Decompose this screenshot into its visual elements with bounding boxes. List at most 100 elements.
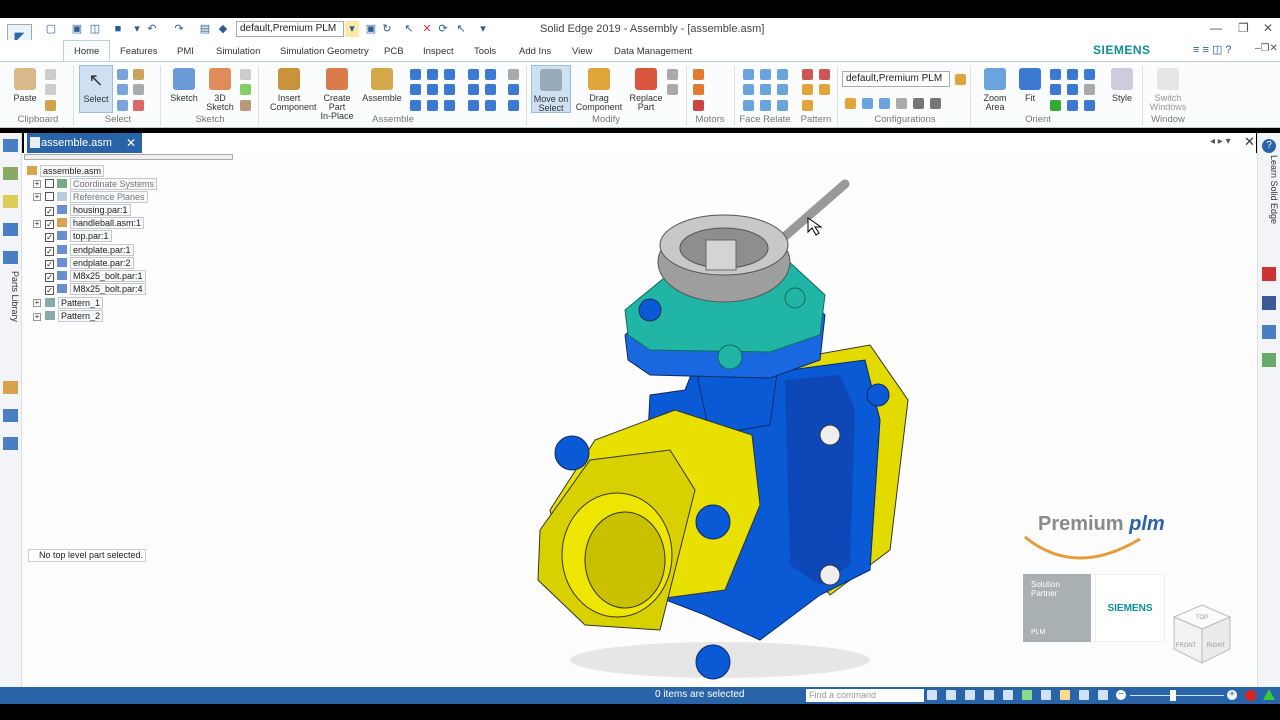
expand-toggle[interactable]: + <box>33 220 41 228</box>
select-box-icon[interactable] <box>117 84 128 95</box>
tree-root[interactable]: assemble.asm <box>27 165 105 177</box>
cube-right-label[interactable]: RIGHT <box>1207 643 1226 649</box>
copy-clip-icon[interactable] <box>45 84 56 95</box>
minimize-icon[interactable]: — <box>1210 21 1222 35</box>
face-relate-7-icon[interactable] <box>743 100 754 111</box>
orient-8-icon[interactable] <box>1067 100 1078 111</box>
facebook-icon[interactable] <box>1262 296 1276 310</box>
orient-9-icon[interactable] <box>1084 100 1095 111</box>
view-tool-4-icon[interactable] <box>1079 690 1089 700</box>
assemble-button[interactable]: Assemble <box>362 68 402 103</box>
close-doc-icon[interactable]: ✕ <box>1244 134 1255 150</box>
tree-item-housing[interactable]: ✓ housing.par:1 <box>45 204 131 216</box>
config-4-icon[interactable] <box>896 98 907 109</box>
relate-10-icon[interactable] <box>468 84 479 95</box>
select-filter-icon[interactable] <box>117 69 128 80</box>
tab-simulation[interactable]: Simulation <box>216 46 260 57</box>
relate-1-icon[interactable] <box>410 69 421 80</box>
create-part-in-place-button[interactable]: Create Part In-Place <box>314 68 360 121</box>
help-options-icon[interactable]: ≡ ≡ ◫ ? <box>1193 43 1232 56</box>
view-tool-2-icon[interactable] <box>1041 690 1051 700</box>
face-relate-2-icon[interactable] <box>760 69 771 80</box>
tree-item-endplate-1[interactable]: ✓ endplate.par:1 <box>45 244 134 256</box>
undo-icon[interactable]: ↶ <box>145 21 159 37</box>
face-relate-3-icon[interactable] <box>777 69 788 80</box>
fit-button[interactable]: Fit <box>1015 68 1045 103</box>
view-tool-1-icon[interactable] <box>946 690 956 700</box>
select-hide-icon[interactable] <box>133 100 144 111</box>
stop-icon[interactable] <box>1245 690 1256 701</box>
orient-7-icon[interactable] <box>1050 100 1061 111</box>
tab-home[interactable]: Home <box>63 40 111 62</box>
help-icon[interactable]: ? <box>1262 139 1276 153</box>
visibility-checkbox[interactable]: ✓ <box>45 286 54 295</box>
orient-5-icon[interactable] <box>1067 84 1078 95</box>
visibility-checkbox[interactable] <box>45 179 54 188</box>
sketch-tool-1-icon[interactable] <box>240 69 251 80</box>
face-relate-8-icon[interactable] <box>760 100 771 111</box>
visibility-checkbox[interactable]: ✓ <box>45 207 54 216</box>
rotate-tool-icon[interactable] <box>1022 690 1032 700</box>
switch-windows-button[interactable]: Switch Windows <box>1148 68 1188 112</box>
tab-pmi[interactable]: PMI <box>177 46 194 57</box>
relate-6-icon[interactable] <box>508 69 519 80</box>
3d-sketch-button[interactable]: 3D Sketch <box>204 68 236 112</box>
config-5-icon[interactable] <box>913 98 924 109</box>
up-arrow-icon[interactable] <box>1263 689 1275 700</box>
visibility-checkbox[interactable]: ✓ <box>45 273 54 282</box>
relate-18-icon[interactable] <box>508 100 519 111</box>
view-cube[interactable]: TOP FRONT RIGHT <box>1172 603 1232 668</box>
insert-component-button[interactable]: Insert Component <box>270 68 317 112</box>
combo-dropdown-icon[interactable]: ▾ <box>345 21 359 37</box>
youtube-icon[interactable] <box>1262 267 1276 281</box>
view-tool-3-icon[interactable] <box>1060 690 1070 700</box>
visibility-checkbox[interactable]: ✓ <box>45 247 54 256</box>
customize-qat-icon[interactable]: ▾ <box>476 21 490 37</box>
save-icon[interactable]: ■ <box>111 21 125 37</box>
replace-part-button[interactable]: Replace Part <box>628 68 664 112</box>
tree-item-handleball[interactable]: ✓ handleball.asm:1 <box>45 217 145 229</box>
relate-15-icon[interactable] <box>444 100 455 111</box>
motor-1-icon[interactable] <box>693 69 704 80</box>
find-command-input[interactable]: Find a command <box>806 689 924 702</box>
zoom-out-icon[interactable]: − <box>1116 690 1126 700</box>
properties-icon[interactable]: ▤ <box>198 21 212 37</box>
relate-8-icon[interactable] <box>427 84 438 95</box>
face-relate-9-icon[interactable] <box>777 100 788 111</box>
relate-2-icon[interactable] <box>427 69 438 80</box>
help-panel-icon[interactable] <box>3 409 18 422</box>
select-lock-icon[interactable] <box>133 69 144 80</box>
relate-12-icon[interactable] <box>508 84 519 95</box>
config-3-icon[interactable] <box>879 98 890 109</box>
visibility-checkbox[interactable]: ✓ <box>45 220 54 229</box>
tab-tools[interactable]: Tools <box>474 46 496 57</box>
tab-add-ins[interactable]: Add Ins <box>519 46 551 57</box>
orient-2-icon[interactable] <box>1067 69 1078 80</box>
view-tool-5-icon[interactable] <box>1098 690 1108 700</box>
community-icon[interactable] <box>1262 325 1276 339</box>
relate-13-icon[interactable] <box>410 100 421 111</box>
tab-inspect[interactable]: Inspect <box>423 46 454 57</box>
relate-3-icon[interactable] <box>444 69 455 80</box>
orient-6-icon[interactable] <box>1084 84 1095 95</box>
zoom-in-icon[interactable]: + <box>1227 690 1237 700</box>
expand-toggle[interactable]: + <box>33 313 41 321</box>
relate-17-icon[interactable] <box>485 100 496 111</box>
relate-11-icon[interactable] <box>485 84 496 95</box>
qat-configuration-combo[interactable]: default,Premium PLM <box>236 21 344 37</box>
motor-2-icon[interactable] <box>693 84 704 95</box>
zoom-icon[interactable]: ◆ <box>216 21 230 37</box>
visibility-checkbox[interactable]: ✓ <box>45 260 54 269</box>
pointer-icon[interactable]: ↖ <box>402 21 416 37</box>
copy-icon[interactable]: ◫ <box>88 21 102 37</box>
redo-icon[interactable]: ↷ <box>172 21 186 37</box>
relate-4-icon[interactable] <box>468 69 479 80</box>
face-relate-4-icon[interactable] <box>743 84 754 95</box>
select-group-icon[interactable] <box>117 100 128 111</box>
cube-front-label[interactable]: FRONT <box>1176 643 1197 649</box>
tree-item-reference-planes[interactable]: Reference Planes <box>45 191 148 203</box>
relate-16-icon[interactable] <box>468 100 479 111</box>
delete-icon[interactable]: ✕ <box>420 21 434 37</box>
assembly-tool-icon[interactable] <box>3 381 18 394</box>
expand-toggle[interactable]: + <box>33 299 41 307</box>
